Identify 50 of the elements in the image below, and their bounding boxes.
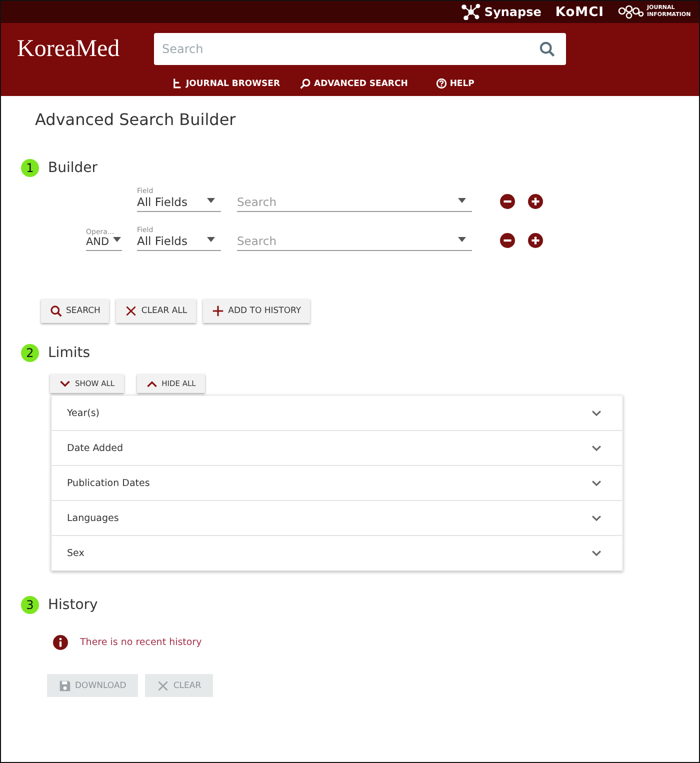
button[interactable]: ADD TO HISTORY <box>203 299 310 323</box>
help-icon <box>436 78 447 89</box>
chevron-down-icon <box>591 512 602 524</box>
remove-icon[interactable] <box>500 233 515 248</box>
caret-icon <box>458 198 466 203</box>
caret-icon <box>207 198 215 203</box>
search-icon <box>539 41 555 57</box>
caret-icon <box>458 237 466 242</box>
button: CLEAR <box>145 674 214 697</box>
page-title: Advanced Search Builder <box>35 110 237 131</box>
chevron-down-icon <box>591 478 602 488</box>
add-icon[interactable] <box>528 194 543 209</box>
plus-icon <box>212 305 224 317</box>
accordion-item[interactable]: Publication Dates <box>52 466 622 501</box>
network-icon <box>461 4 482 20</box>
caret-icon <box>113 237 121 242</box>
chevron-down-icon <box>591 442 602 454</box>
accordion-item[interactable]: Sex <box>52 536 622 570</box>
section-title: Limits <box>48 345 90 361</box>
section-title: Builder <box>48 160 98 176</box>
accordion-item[interactable]: Date Added <box>52 431 622 466</box>
nav-link[interactable]: JOURNAL BROWSER <box>172 78 280 89</box>
chevron-down-icon <box>591 548 602 558</box>
search-icon <box>50 305 62 317</box>
circles-icon <box>618 5 644 19</box>
partner-logo[interactable]: Synapse <box>484 5 542 19</box>
tree-icon <box>172 78 183 89</box>
nav-link[interactable]: ADVANCED SEARCH <box>300 78 408 89</box>
button[interactable]: SEARCH <box>41 299 110 323</box>
close-icon <box>125 305 138 317</box>
accordion-item[interactable]: Year(s) <box>52 396 622 431</box>
close-icon <box>157 680 170 692</box>
step-number: 2 <box>21 344 39 362</box>
add-icon[interactable] <box>528 233 543 248</box>
caret-icon <box>207 237 215 242</box>
logo[interactable]: KoreaMed <box>17 36 154 62</box>
button[interactable]: CLEAR ALL <box>116 299 196 323</box>
step-number: 1 <box>21 159 39 177</box>
section-title: History <box>48 597 98 613</box>
info-icon <box>53 635 68 650</box>
partner-logo[interactable]: KoMCI <box>555 4 604 20</box>
button: DOWNLOAD <box>47 674 138 697</box>
nav-link[interactable]: HELP <box>436 78 474 89</box>
step-number: 3 <box>21 596 39 614</box>
search-field[interactable]: Search <box>154 33 566 65</box>
message-text: There is no recent history <box>80 637 202 648</box>
remove-icon[interactable] <box>500 194 515 209</box>
accordion-item[interactable]: Languages <box>52 501 622 536</box>
search-icon <box>300 78 312 89</box>
chevron-down-icon <box>591 408 602 418</box>
